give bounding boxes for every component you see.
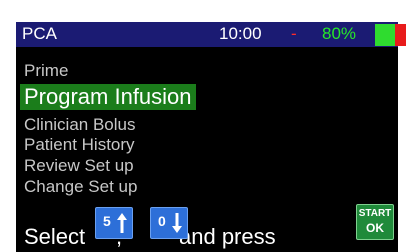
start-label: START (358, 208, 392, 219)
menu-item-change-set-up[interactable]: Change Set up (24, 177, 137, 197)
menu-item-clinician-bolus[interactable]: Clinician Bolus (24, 115, 136, 135)
arrow-up-icon (117, 213, 127, 233)
battery-percent: 80% (322, 24, 357, 43)
pump-screen: PCA 10:00 - 80% Prime Program Infusion C… (0, 0, 406, 252)
instruction-select: Select (24, 224, 86, 249)
menu-item-prime[interactable]: Prime (24, 61, 68, 81)
instruction-line: Select , and press (24, 222, 404, 252)
menu-item-patient-history[interactable]: Patient History (24, 135, 135, 155)
arrow-down-icon (172, 213, 182, 233)
key-0-label: 0 (158, 213, 166, 229)
ok-label: OK (366, 221, 384, 235)
key-5-up[interactable]: 5 (95, 207, 133, 239)
clock: 10:00 (219, 24, 262, 43)
instruction-and-press: and press (179, 224, 276, 249)
menu-item-program-infusion[interactable]: Program Infusion (20, 84, 196, 110)
app-title: PCA (22, 24, 57, 43)
start-ok-button[interactable]: START OK (356, 204, 394, 240)
battery-icon (375, 24, 406, 46)
key-0-down[interactable]: 0 (150, 207, 188, 239)
status-separator: - (291, 24, 297, 43)
key-5-label: 5 (103, 213, 111, 229)
menu-item-review-set-up[interactable]: Review Set up (24, 156, 134, 176)
status-bar: PCA 10:00 - 80% (16, 22, 406, 47)
